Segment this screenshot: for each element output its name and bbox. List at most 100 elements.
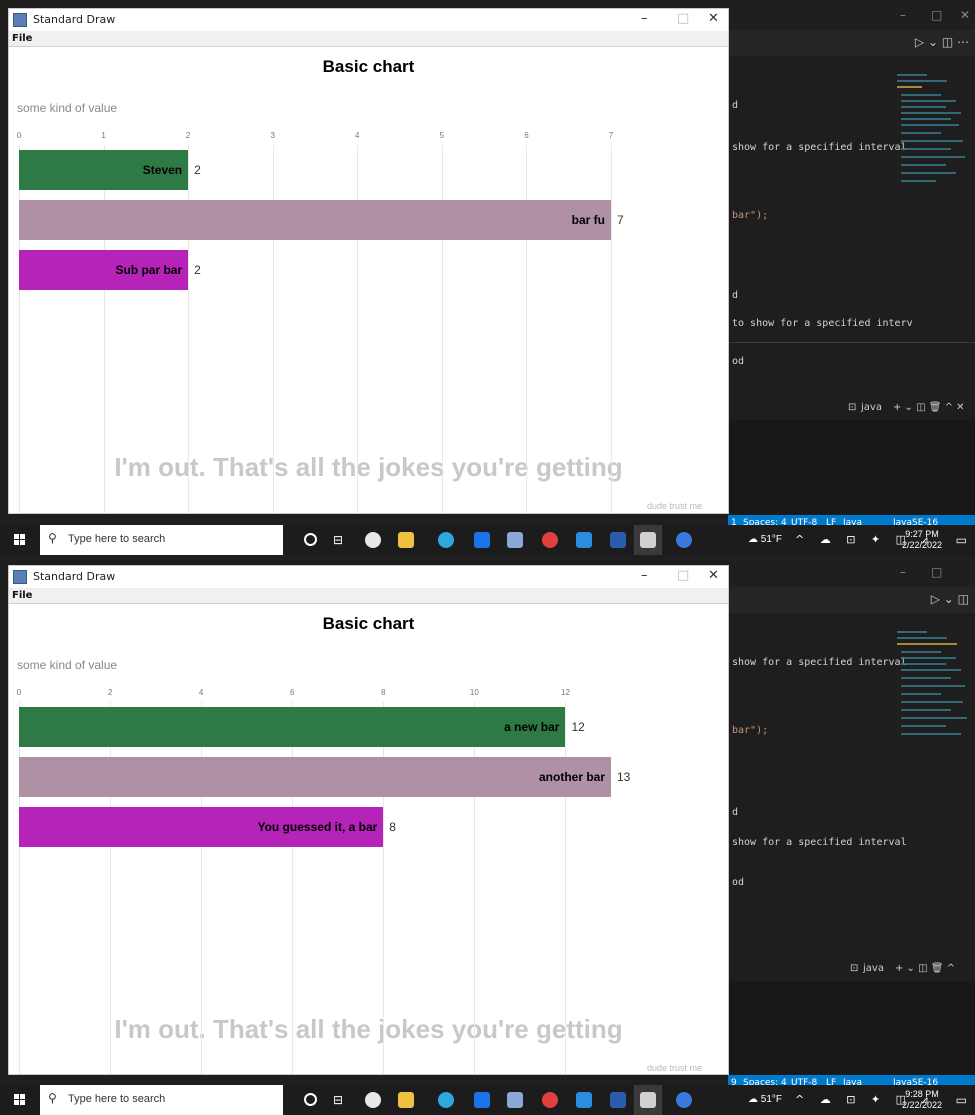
code-line: to show for a specified interv — [732, 318, 913, 329]
add-terminal-icon[interactable]: + ⌄ ◫ 🗑 ^ ✕ — [893, 402, 965, 413]
code-line: d — [732, 290, 739, 301]
x-tick-label: 0 — [16, 688, 22, 697]
clock-time: 9:27 PM — [905, 529, 939, 539]
chart-source: dude trust me — [646, 501, 702, 511]
vscode-maximize-button[interactable]: □ — [931, 565, 942, 579]
file-explorer-icon[interactable] — [398, 1092, 414, 1108]
run-icon[interactable]: ▷ ⌄ ◫ — [931, 592, 969, 606]
taskbar: ⚲ Type here to search ⊟ ☁ 51°F ^ ☁ ⊡ ✦ ◫… — [0, 525, 975, 555]
notification-icon[interactable]: ▭ — [956, 1093, 967, 1107]
close-button[interactable]: ✕ — [708, 11, 719, 26]
terminal-panel[interactable] — [728, 420, 975, 515]
edge-icon[interactable] — [438, 532, 454, 548]
cortana-icon[interactable] — [304, 533, 317, 546]
windows-start-icon[interactable] — [14, 534, 26, 546]
search-input[interactable]: Type here to search — [68, 1093, 165, 1105]
word-icon[interactable] — [610, 532, 626, 548]
app-icon[interactable] — [507, 532, 523, 548]
mail-icon[interactable] — [474, 1092, 490, 1108]
minimap[interactable] — [893, 70, 973, 190]
minimap[interactable] — [893, 627, 973, 747]
window-titlebar: Standard Draw – □ ✕ — [9, 566, 728, 588]
file-menu[interactable]: File — [12, 590, 32, 601]
search-input[interactable]: Type here to search — [68, 533, 165, 545]
gridline — [611, 145, 612, 513]
help-icon[interactable] — [676, 532, 692, 548]
weather-temp: 51°F — [760, 1094, 783, 1105]
draw-canvas[interactable]: Basic chart some kind of value I'm out. … — [9, 47, 728, 513]
chart-title: Basic chart — [322, 57, 415, 76]
vscode-icon[interactable] — [576, 1092, 592, 1108]
windows-start-icon[interactable] — [14, 1094, 26, 1106]
notification-icon[interactable]: ▭ — [956, 533, 967, 547]
add-terminal-icon[interactable]: + ⌄ ◫ 🗑 ^ — [895, 963, 955, 974]
obs-icon[interactable] — [365, 1092, 381, 1108]
weather-icon: ☁ — [748, 1094, 761, 1105]
x-tick-label: 2 — [185, 131, 191, 140]
help-icon[interactable] — [676, 1092, 692, 1108]
close-button[interactable]: ✕ — [708, 568, 719, 583]
maximize-button[interactable]: □ — [677, 568, 689, 583]
x-tick-label: 12 — [561, 688, 570, 697]
app-icon[interactable] — [507, 1092, 523, 1108]
mail-icon[interactable] — [474, 532, 490, 548]
code-editor[interactable]: show for a specified interval bar"); d s… — [728, 627, 907, 945]
weather-widget[interactable]: ☁ 51°F — [748, 534, 782, 545]
terminal-name[interactable]: java — [863, 963, 884, 974]
axis-label: some kind of value — [17, 101, 118, 115]
minimize-button[interactable]: – — [641, 11, 648, 26]
task-view-icon[interactable]: ⊟ — [333, 533, 343, 547]
maximize-button[interactable]: □ — [677, 11, 689, 26]
chart-source: dude trust me — [646, 1063, 702, 1073]
x-tick-label: 8 — [381, 688, 386, 697]
draw-canvas[interactable]: Basic chart some kind of value I'm out. … — [9, 604, 728, 1074]
terminal-panel[interactable] — [728, 981, 975, 1075]
vscode-minimize-button[interactable]: – — [900, 565, 906, 579]
weather-widget[interactable]: ☁ 51°F — [748, 1094, 782, 1105]
chrome-icon[interactable] — [542, 1092, 558, 1108]
file-menu[interactable]: File — [12, 33, 32, 44]
terminal-icon[interactable]: ⊡ — [848, 402, 856, 413]
code-editor[interactable]: d show for a specified interval bar"); d… — [728, 70, 913, 388]
taskbar-search[interactable]: ⚲ Type here to search — [40, 1085, 283, 1115]
screenshot-2: – □ ▷ ⌄ ◫ show for a specified interval … — [0, 557, 975, 1115]
x-tick-label: 4 — [355, 131, 360, 140]
cortana-icon[interactable] — [304, 1093, 317, 1106]
chart-title: Basic chart — [322, 614, 415, 633]
x-tick-label: 5 — [439, 131, 445, 140]
menu-bar: File — [9, 588, 728, 604]
bar-value-label: 8 — [389, 820, 396, 834]
bar-value-label: 2 — [194, 263, 201, 277]
bar-label: Steven — [142, 163, 183, 177]
vscode-close-button[interactable]: ✕ — [960, 8, 970, 22]
java-app-icon[interactable] — [640, 532, 656, 548]
file-explorer-icon[interactable] — [398, 532, 414, 548]
terminal-name[interactable]: java — [861, 402, 882, 413]
bar-value-label: 2 — [194, 163, 201, 177]
java-app-icon — [13, 570, 27, 584]
word-icon[interactable] — [610, 1092, 626, 1108]
clock-time: 9:28 PM — [905, 1089, 939, 1099]
run-icon[interactable]: ▷ ⌄ ◫ ⋯ — [915, 35, 969, 49]
vscode-minimize-button[interactable]: – — [900, 8, 906, 22]
code-line: d — [732, 100, 739, 111]
minimize-button[interactable]: – — [641, 568, 648, 583]
search-icon: ⚲ — [48, 1091, 57, 1105]
terminal-toolbar: ⊡ java + ⌄ ◫ 🗑 ^ — [728, 959, 975, 981]
code-line: od — [732, 356, 745, 367]
vscode-icon[interactable] — [576, 532, 592, 548]
taskbar-clock[interactable]: 9:28 PM 2/22/2022 — [902, 1089, 942, 1111]
edge-icon[interactable] — [438, 1092, 454, 1108]
obs-icon[interactable] — [365, 532, 381, 548]
task-view-icon[interactable]: ⊟ — [333, 1093, 343, 1107]
x-tick-label: 6 — [289, 688, 295, 697]
vscode-maximize-button[interactable]: □ — [931, 8, 942, 22]
weather-icon: ☁ — [748, 534, 761, 545]
taskbar-search[interactable]: ⚲ Type here to search — [40, 525, 283, 555]
chrome-icon[interactable] — [542, 532, 558, 548]
bar-label: another bar — [538, 770, 605, 784]
taskbar-clock[interactable]: 9:27 PM 2/22/2022 — [902, 529, 942, 551]
java-app-icon[interactable] — [640, 1092, 656, 1108]
bar-label: a new bar — [504, 720, 560, 734]
terminal-icon[interactable]: ⊡ — [850, 963, 858, 974]
